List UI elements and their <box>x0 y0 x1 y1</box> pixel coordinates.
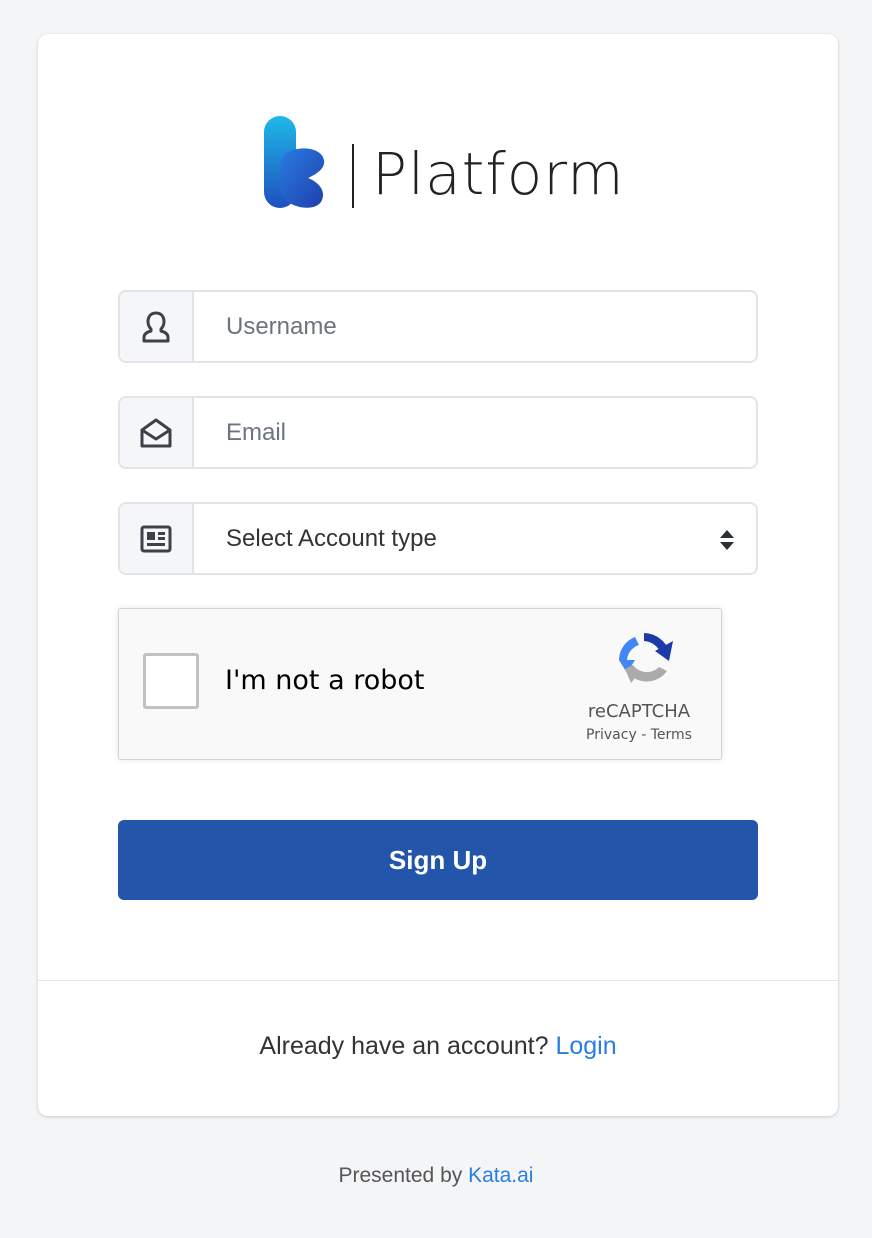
signup-card: Platform Select Accou <box>38 34 838 1116</box>
email-field <box>118 396 758 469</box>
kata-logo-icon <box>264 116 325 208</box>
username-addon <box>120 292 194 361</box>
recaptcha-brand: reCAPTCHA <box>587 701 691 722</box>
login-prompt: Already have an account? Login <box>38 1032 838 1061</box>
account-type-addon <box>120 504 194 573</box>
email-input[interactable] <box>194 398 756 467</box>
product-name: Platform <box>372 140 625 208</box>
footer: Presented by Kata.ai <box>0 1164 872 1188</box>
recaptcha-privacy-link[interactable]: Privacy <box>586 727 637 743</box>
recaptcha-terms-link[interactable]: Terms <box>651 727 692 743</box>
account-type-select[interactable]: Select Account type <box>194 504 756 573</box>
card-divider <box>38 980 838 981</box>
footer-text: Presented by <box>338 1164 469 1187</box>
recaptcha-links: Privacy - Terms <box>569 727 709 743</box>
recaptcha-widget: I'm not a robot reCAPTCHA Privacy - Term… <box>118 608 722 760</box>
username-input[interactable] <box>194 292 756 361</box>
recaptcha-separator: - <box>636 727 651 743</box>
sign-up-button[interactable]: Sign Up <box>118 820 758 900</box>
account-type-field[interactable]: Select Account type <box>118 502 758 575</box>
email-addon <box>120 398 194 467</box>
recaptcha-label: I'm not a robot <box>225 665 425 696</box>
recaptcha-logo-icon <box>619 633 673 683</box>
recaptcha-checkbox[interactable] <box>143 653 199 709</box>
sort-arrows-icon <box>720 530 734 550</box>
id-card-icon <box>140 525 172 552</box>
login-prompt-text: Already have an account? <box>259 1032 556 1060</box>
kata-ai-link[interactable]: Kata.ai <box>468 1164 533 1187</box>
user-icon <box>142 311 170 342</box>
username-field <box>118 290 758 363</box>
login-link[interactable]: Login <box>555 1032 616 1060</box>
platform-logo: Platform <box>264 114 624 214</box>
logo-divider <box>352 144 354 208</box>
envelope-open-icon <box>140 418 172 447</box>
